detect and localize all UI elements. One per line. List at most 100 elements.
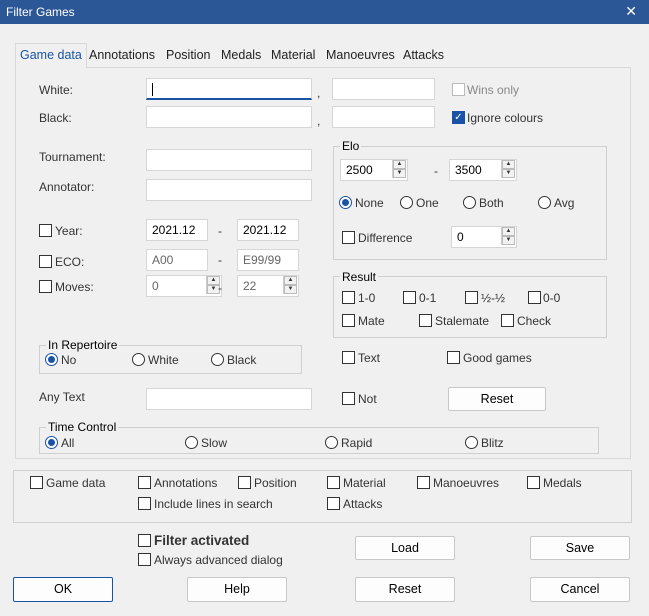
- spin-down-icon[interactable]: ▼: [502, 236, 515, 245]
- text-caret: [152, 83, 153, 97]
- eco-dash: -: [218, 253, 222, 267]
- black-input[interactable]: [146, 106, 312, 128]
- moves-from-value: 0: [152, 279, 159, 293]
- tab-position[interactable]: Position: [162, 45, 214, 67]
- tab-game-data[interactable]: Game data: [15, 43, 87, 68]
- time-slow-label: Slow: [201, 436, 228, 450]
- text-checkbox[interactable]: [342, 351, 355, 364]
- spin-down-icon[interactable]: ▼: [502, 169, 515, 178]
- difference-spinner[interactable]: ▲ ▼: [501, 227, 515, 245]
- moves-to-spinner[interactable]: ▲ ▼: [283, 276, 297, 294]
- result-stalemate-checkbox[interactable]: [419, 314, 432, 327]
- elo-dash: -: [434, 164, 438, 178]
- repertoire-white-radio[interactable]: [132, 353, 145, 366]
- always-advanced-checkbox[interactable]: [138, 553, 151, 566]
- filter-annotations-checkbox[interactable]: [138, 476, 151, 489]
- elo-none-label: None: [355, 196, 384, 210]
- time-all-radio[interactable]: [45, 436, 58, 449]
- elo-avg-radio[interactable]: [538, 196, 551, 209]
- eco-to-input[interactable]: E99/99: [237, 249, 299, 271]
- elo-one-label: One: [416, 196, 439, 210]
- annotator-input[interactable]: [146, 179, 312, 201]
- tab-manoeuvres[interactable]: Manoeuvres: [322, 45, 399, 67]
- difference-checkbox[interactable]: [342, 231, 355, 244]
- filter-medals-checkbox[interactable]: [527, 476, 540, 489]
- filter-position-label: Position: [254, 476, 297, 490]
- any-text-input[interactable]: [146, 388, 312, 410]
- elo-both-radio[interactable]: [463, 196, 476, 209]
- title-bar: Filter Games ✕: [0, 0, 649, 24]
- wins-only-checkbox[interactable]: [452, 83, 465, 96]
- filter-attacks-checkbox[interactable]: [327, 497, 340, 510]
- time-rapid-radio[interactable]: [325, 436, 338, 449]
- help-button[interactable]: Help: [187, 577, 287, 602]
- white-input[interactable]: [146, 78, 312, 100]
- result-0-0-checkbox[interactable]: [528, 291, 541, 304]
- time-rapid-label: Rapid: [341, 436, 373, 450]
- ok-button[interactable]: OK: [13, 577, 113, 602]
- repertoire-no-label: No: [61, 353, 77, 367]
- white-extra-input[interactable]: [332, 78, 435, 100]
- good-games-label: Good games: [463, 351, 532, 365]
- close-icon[interactable]: ✕: [625, 3, 637, 20]
- ignore-colours-checkbox[interactable]: ✓: [452, 111, 465, 124]
- spin-up-icon[interactable]: ▲: [284, 276, 297, 285]
- cancel-button[interactable]: Cancel: [530, 577, 630, 602]
- black-extra-input[interactable]: [332, 106, 435, 128]
- elo-from-spinner[interactable]: ▲ ▼: [392, 160, 406, 178]
- tournament-input[interactable]: [146, 149, 312, 171]
- moves-checkbox[interactable]: [39, 280, 52, 293]
- elo-both-label: Both: [479, 196, 504, 210]
- result-check-checkbox[interactable]: [501, 314, 514, 327]
- year-from-input[interactable]: 2021.12: [146, 219, 208, 241]
- repertoire-black-label: Black: [227, 353, 257, 367]
- reset-button[interactable]: Reset: [355, 577, 455, 602]
- tab-material[interactable]: Material: [267, 45, 319, 67]
- any-text-label: Any Text: [39, 390, 85, 404]
- filter-activated-label: Filter activated: [154, 533, 250, 548]
- year-dash: -: [218, 224, 222, 238]
- spin-down-icon[interactable]: ▼: [284, 285, 297, 294]
- include-lines-checkbox[interactable]: [138, 497, 151, 510]
- time-slow-radio[interactable]: [185, 436, 198, 449]
- not-checkbox[interactable]: [342, 392, 355, 405]
- tab-medals[interactable]: Medals: [217, 45, 265, 67]
- repertoire-no-radio[interactable]: [45, 353, 58, 366]
- elo-none-radio[interactable]: [339, 196, 352, 209]
- elo-one-radio[interactable]: [400, 196, 413, 209]
- eco-from-input[interactable]: A00: [146, 249, 208, 271]
- result-1-0-checkbox[interactable]: [342, 291, 355, 304]
- year-to-input[interactable]: 2021.12: [237, 219, 299, 241]
- year-checkbox[interactable]: [39, 224, 52, 237]
- result-0-1-checkbox[interactable]: [403, 291, 416, 304]
- filter-attacks-label: Attacks: [343, 497, 383, 511]
- tab-attacks[interactable]: Attacks: [399, 45, 448, 67]
- repertoire-black-radio[interactable]: [211, 353, 224, 366]
- black-label: Black:: [39, 111, 72, 125]
- filter-activated-checkbox[interactable]: [138, 534, 151, 547]
- spin-down-icon[interactable]: ▼: [393, 169, 406, 178]
- good-games-checkbox[interactable]: [447, 351, 460, 364]
- time-blitz-radio[interactable]: [465, 436, 478, 449]
- reset-text-button[interactable]: Reset: [448, 387, 546, 411]
- result-draw-checkbox[interactable]: [465, 291, 478, 304]
- result-0-0-label: 0-0: [543, 291, 561, 305]
- filter-position-checkbox[interactable]: [238, 476, 251, 489]
- result-mate-checkbox[interactable]: [342, 314, 355, 327]
- moves-to-value: 22: [243, 279, 257, 293]
- time-blitz-label: Blitz: [481, 436, 504, 450]
- year-from-value: 2021.12: [152, 223, 196, 237]
- filter-material-checkbox[interactable]: [327, 476, 340, 489]
- filter-manoeuvres-checkbox[interactable]: [417, 476, 430, 489]
- save-button[interactable]: Save: [530, 536, 630, 560]
- spin-up-icon[interactable]: ▲: [502, 160, 515, 169]
- elo-to-spinner[interactable]: ▲ ▼: [501, 160, 515, 178]
- filter-game-data-checkbox[interactable]: [30, 476, 43, 489]
- tab-annotations[interactable]: Annotations: [85, 45, 159, 67]
- load-button[interactable]: Load: [355, 536, 455, 560]
- spin-up-icon[interactable]: ▲: [393, 160, 406, 169]
- filter-medals-label: Medals: [543, 476, 582, 490]
- wins-only-label: Wins only: [467, 83, 520, 97]
- spin-up-icon[interactable]: ▲: [502, 227, 515, 236]
- eco-checkbox[interactable]: [39, 255, 52, 268]
